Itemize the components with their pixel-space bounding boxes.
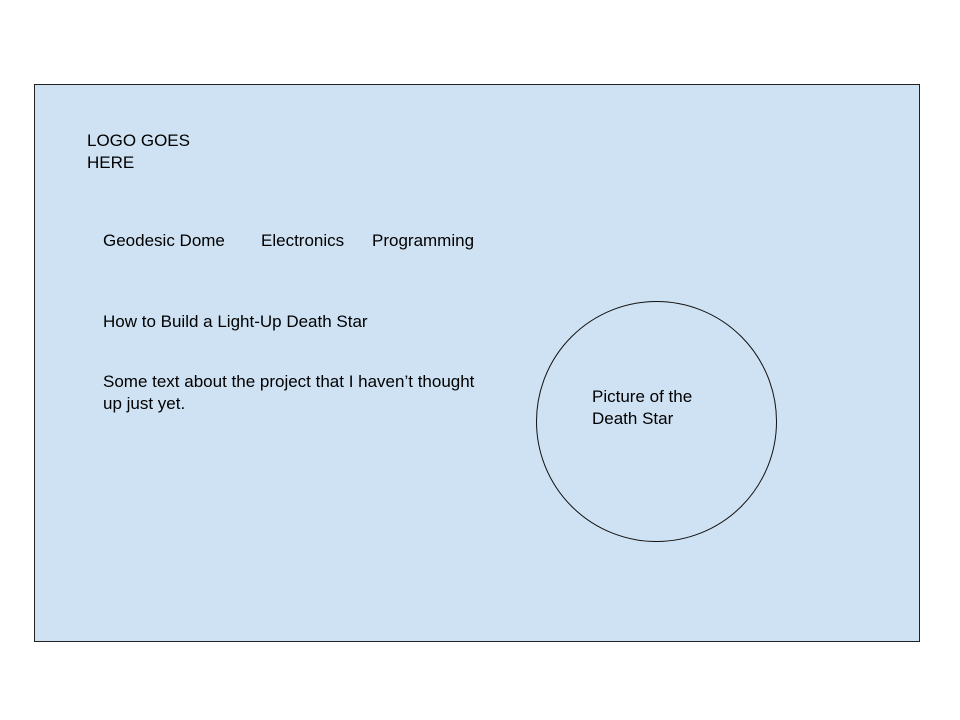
logo-placeholder[interactable]: LOGO GOES HERE [87,130,227,174]
page-title: How to Build a Light-Up Death Star [103,312,368,331]
project-description: Some text about the project that I haven… [103,372,475,413]
nav-item-programming[interactable]: Programming [372,230,474,252]
nav-item-geodesic-dome[interactable]: Geodesic Dome [103,230,225,252]
nav-item-electronics[interactable]: Electronics [261,230,344,252]
canvas: LOGO GOES HERE Geodesic Dome Electronics… [0,0,960,720]
picture-placeholder-label: Picture of the Death Star [592,387,693,428]
page-wireframe: LOGO GOES HERE Geodesic Dome Electronics… [34,84,920,642]
